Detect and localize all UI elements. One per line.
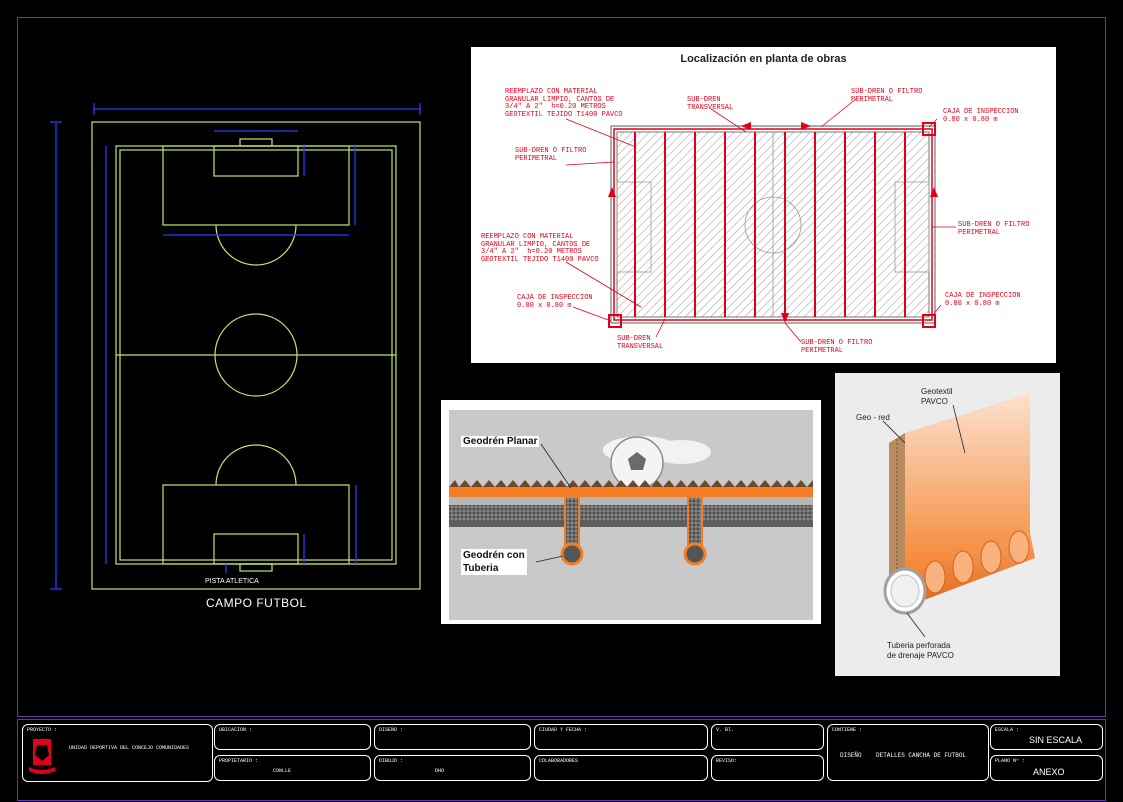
penalty-arc-bottom [215, 444, 297, 486]
note-subdren-perimetral-bottom: SUB-DREN O FILTRO PERIMETRAL [801, 339, 873, 355]
note-reemplazo-top: REEMPLAZO CON MATERIAL GRANULAR LIMPIO, … [505, 88, 623, 119]
note-caja-top-right: CAJA DE INSPECCION 0.80 x 0.80 m [943, 108, 1019, 124]
diseno-label: DISEÑO : [379, 727, 404, 733]
penalty-area-top [162, 145, 350, 226]
note-subdren-right: SUB-DREN O FILTRO PERIMETRAL [958, 221, 1030, 237]
contiene-label: CONTIENE : [832, 727, 863, 733]
escala-label: ESCALA : [995, 727, 1020, 733]
geodren-section-drawing [449, 410, 813, 620]
dibujo-value: DHO [435, 768, 445, 774]
ubicacion-box: UBICACION : [214, 724, 371, 750]
note-caja-bottom-right: CAJA DE INSPECCION 0.80 x 0.80 m [945, 292, 1021, 308]
dibujo-label: DIBUJO : [379, 758, 404, 764]
note-reemplazo-mid: REEMPLAZO CON MATERIAL GRANULAR LIMPIO, … [481, 233, 599, 264]
propietario-box: PROPIETARIO : CONLLE [214, 755, 371, 781]
note-subdren-transversal-top: SUB-DREN TRANSVERSAL [687, 96, 734, 112]
proyecto-value: UNIDAD DEPORTIVA DEL CONCEJO COMUNIDADES [69, 745, 190, 751]
plano-label: PLANO Nº : [995, 758, 1026, 764]
plano-box: PLANO Nº : ANEXO [990, 755, 1103, 781]
geodren-section-panel: Geodrén Planar Geodrén con Tuberia [441, 400, 821, 624]
penalty-area-bottom [162, 484, 350, 565]
track-label: PISTA ATLETICA [205, 578, 259, 585]
escala-box: ESCALA : SIN ESCALA [990, 724, 1103, 750]
field-caption: CAMPO FUTBOL [206, 596, 307, 610]
contiene-box: CONTIENE : DISEÑO DETALLES CANCHA DE FUT… [827, 724, 989, 781]
propietario-label: PROPIETARIO : [219, 758, 259, 764]
label-geodren-planar: Geodrén Planar [461, 436, 540, 447]
dim-width-top [93, 103, 421, 115]
colaboradores-label: COLABORADORES [539, 758, 579, 764]
football-field-drawing [50, 103, 421, 590]
turf-layer [449, 487, 813, 497]
goal-top [239, 138, 273, 147]
dim-goal-bottom [225, 534, 305, 573]
note-subdren-transversal-bottom: SUB-DREN TRANSVERSAL [617, 335, 664, 351]
ubicacion-label: UBICACION : [219, 727, 253, 733]
ciudad-fecha-box: CIUDAD Y FECHA : [534, 724, 708, 750]
propietario-value: CONLLE [273, 768, 292, 774]
trench-right [683, 496, 707, 566]
escala-value: SIN ESCALA [1029, 735, 1083, 745]
dibujo-box: DIBUJO : DHO [374, 755, 531, 781]
proyecto-box: PROYECTO : UNIDAD DEPORTIVA DEL CONCEJO … [22, 724, 213, 782]
reviso-label: REVISO: [716, 758, 738, 764]
dim-penalty-top [163, 146, 356, 236]
logo-shield-icon [29, 739, 55, 774]
dim-length-left [50, 121, 62, 590]
label-tuberia-perforada: Tuberia perforada de drenaje PAVCO [887, 641, 954, 660]
label-geotextil: Geotextil PAVCO [921, 387, 953, 406]
label-geodren-tuberia: Geodrén con Tuberia [461, 549, 527, 575]
vb-label: V. Bl. [716, 727, 735, 733]
base-layer [449, 497, 813, 505]
diseno-box: DISEÑO : [374, 724, 531, 750]
gravel-layer [449, 505, 813, 521]
note-caja-bottom-left: CAJA DE INSPECCION 0.80 x 0.80 m [517, 294, 593, 310]
note-subdren-left: SUB-DREN O FILTRO PERIMETRAL [515, 147, 587, 163]
geodren-product-panel: Geotextil PAVCO Geo - red Tuberia perfor… [835, 373, 1060, 676]
plano-value: ANEXO [1033, 767, 1065, 777]
drainage-plan-panel: Localización en planta de obras REEMPLAZ… [471, 47, 1056, 363]
dim-goal-top [214, 130, 305, 176]
vb-box: V. Bl. [711, 724, 824, 750]
trench-left [560, 496, 584, 566]
colaboradores-box: COLABORADORES [534, 755, 708, 781]
label-geo-red: Geo - red [856, 413, 890, 422]
goal-bottom [239, 563, 273, 572]
ciudad-fecha-label: CIUDAD Y FECHA : [539, 727, 588, 733]
reviso-box: REVISO: [711, 755, 824, 781]
proyecto-label: PROYECTO : [27, 727, 58, 733]
note-subdren-perimetral-top: SUB-DREN O FILTRO PERIMETRAL [851, 88, 923, 104]
soccer-ball [610, 436, 664, 490]
penalty-arc-top [215, 224, 297, 266]
contiene-value: DISEÑO DETALLES CANCHA DE FUTBOL [840, 752, 967, 759]
